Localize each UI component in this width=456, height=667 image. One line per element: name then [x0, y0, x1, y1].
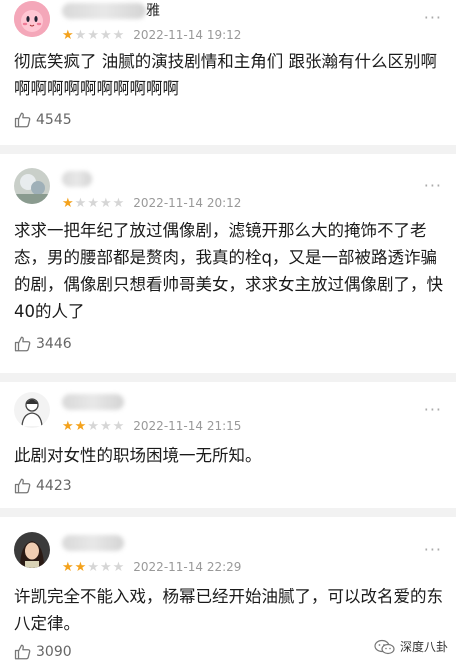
review-time: 2022-11-14 21:15	[133, 419, 242, 433]
avatar[interactable]	[14, 532, 50, 568]
username[interactable]	[62, 391, 124, 413]
star-rating: ★ ★ ★ ★ ★	[62, 561, 125, 574]
review-meta: ★ ★ ★ ★ ★ 2022-11-14 20:12	[62, 193, 241, 213]
like-button[interactable]: 3446	[14, 333, 72, 355]
watermark-text: 深度八卦	[399, 640, 448, 654]
star-icon: ★	[74, 195, 87, 211]
like-count: 3090	[36, 644, 72, 660]
star-icon: ★	[87, 418, 99, 434]
star-icon: ★	[87, 27, 99, 43]
star-icon: ★	[62, 559, 74, 575]
star-icon: ★	[112, 559, 125, 575]
blurred-username	[62, 3, 146, 19]
photo-avatar-icon	[14, 168, 50, 204]
thumbs-up-icon	[14, 478, 31, 494]
star-icon: ★	[74, 559, 87, 575]
review-text: 彻底笑疯了 油腻的演技剧情和主角们 跟张瀚有什么区别啊啊啊啊啊啊啊啊啊啊啊	[14, 52, 437, 98]
sketch-avatar-icon	[14, 392, 50, 428]
like-count: 3446	[36, 336, 72, 352]
star-icon: ★	[112, 27, 125, 43]
more-dots-icon[interactable]: ···	[424, 8, 442, 27]
review-text: 许凯完全不能入戏，杨幂已经开始油腻了，可以改名爱的东八定律。	[14, 587, 443, 633]
review-time: 2022-11-14 19:12	[133, 28, 242, 42]
review-meta: ★ ★ ★ ★ ★ 2022-11-14 19:12	[62, 25, 241, 45]
avatar[interactable]	[14, 392, 50, 428]
blurred-username	[62, 171, 92, 187]
star-icon: ★	[99, 27, 112, 43]
review-card: 雅 ★ ★ ★ ★ ★ 2022-11-14 19:12 ··· 彻底笑疯了 油腻的演技…	[0, 0, 456, 145]
like-button[interactable]: 4545	[14, 109, 72, 131]
username[interactable]	[62, 168, 92, 190]
review-card: ★ ★ ★ ★ ★ 2022-11-14 21:15 ··· 此剧对女性的职场困境一无所…	[0, 382, 456, 508]
star-rating: ★ ★ ★ ★ ★	[62, 29, 125, 42]
star-icon: ★	[99, 559, 112, 575]
more-dots-icon[interactable]: ···	[424, 540, 442, 559]
star-icon: ★	[74, 27, 87, 43]
review-time: 2022-11-14 22:29	[133, 560, 242, 574]
star-icon: ★	[74, 418, 87, 434]
thumbs-up-icon	[14, 112, 31, 128]
thumbs-up-icon	[14, 644, 31, 660]
star-rating: ★ ★ ★ ★ ★	[62, 420, 125, 433]
review-card: ★ ★ ★ ★ ★ 2022-11-14 22:29 ··· 许凯完全不能入戏，杨幂已经…	[0, 517, 456, 667]
blurred-username	[62, 535, 124, 551]
watermark: 深度八卦	[374, 638, 448, 655]
username-visible-part: 雅	[146, 3, 160, 19]
username[interactable]: 雅	[62, 0, 160, 22]
star-icon: ★	[112, 418, 125, 434]
like-count: 4423	[36, 478, 72, 494]
star-icon: ★	[87, 195, 99, 211]
more-dots-icon[interactable]: ···	[424, 400, 442, 419]
review-text: 求求一把年纪了放过偶像剧，滤镜开那么大的掩饰不了老态，男的腰部都是赘肉，我真的栓…	[14, 221, 443, 321]
star-icon: ★	[99, 195, 112, 211]
avatar[interactable]	[14, 1, 50, 37]
like-count: 4545	[36, 112, 72, 128]
star-icon: ★	[99, 418, 112, 434]
star-icon: ★	[112, 195, 125, 211]
review-text: 此剧对女性的职场困境一无所知。	[14, 446, 262, 465]
like-button[interactable]: 4423	[14, 475, 72, 497]
thumbs-up-icon	[14, 336, 31, 352]
star-icon: ★	[62, 195, 74, 211]
review-time: 2022-11-14 20:12	[133, 196, 242, 210]
portrait-avatar-icon	[14, 532, 50, 568]
wechat-icon	[374, 639, 395, 654]
blurred-username	[62, 394, 124, 410]
review-meta: ★ ★ ★ ★ ★ 2022-11-14 21:15	[62, 416, 241, 436]
more-dots-icon[interactable]: ···	[424, 176, 442, 195]
star-icon: ★	[62, 27, 74, 43]
star-rating: ★ ★ ★ ★ ★	[62, 197, 125, 210]
star-icon: ★	[87, 559, 99, 575]
like-button[interactable]: 3090	[14, 641, 72, 663]
review-meta: ★ ★ ★ ★ ★ 2022-11-14 22:29	[62, 557, 241, 577]
kirby-avatar-icon	[14, 1, 50, 37]
avatar[interactable]	[14, 168, 50, 204]
star-icon: ★	[62, 418, 74, 434]
review-card: ★ ★ ★ ★ ★ 2022-11-14 20:12 ··· 求求一把年纪了放过偶像剧，…	[0, 154, 456, 373]
username[interactable]	[62, 532, 124, 554]
